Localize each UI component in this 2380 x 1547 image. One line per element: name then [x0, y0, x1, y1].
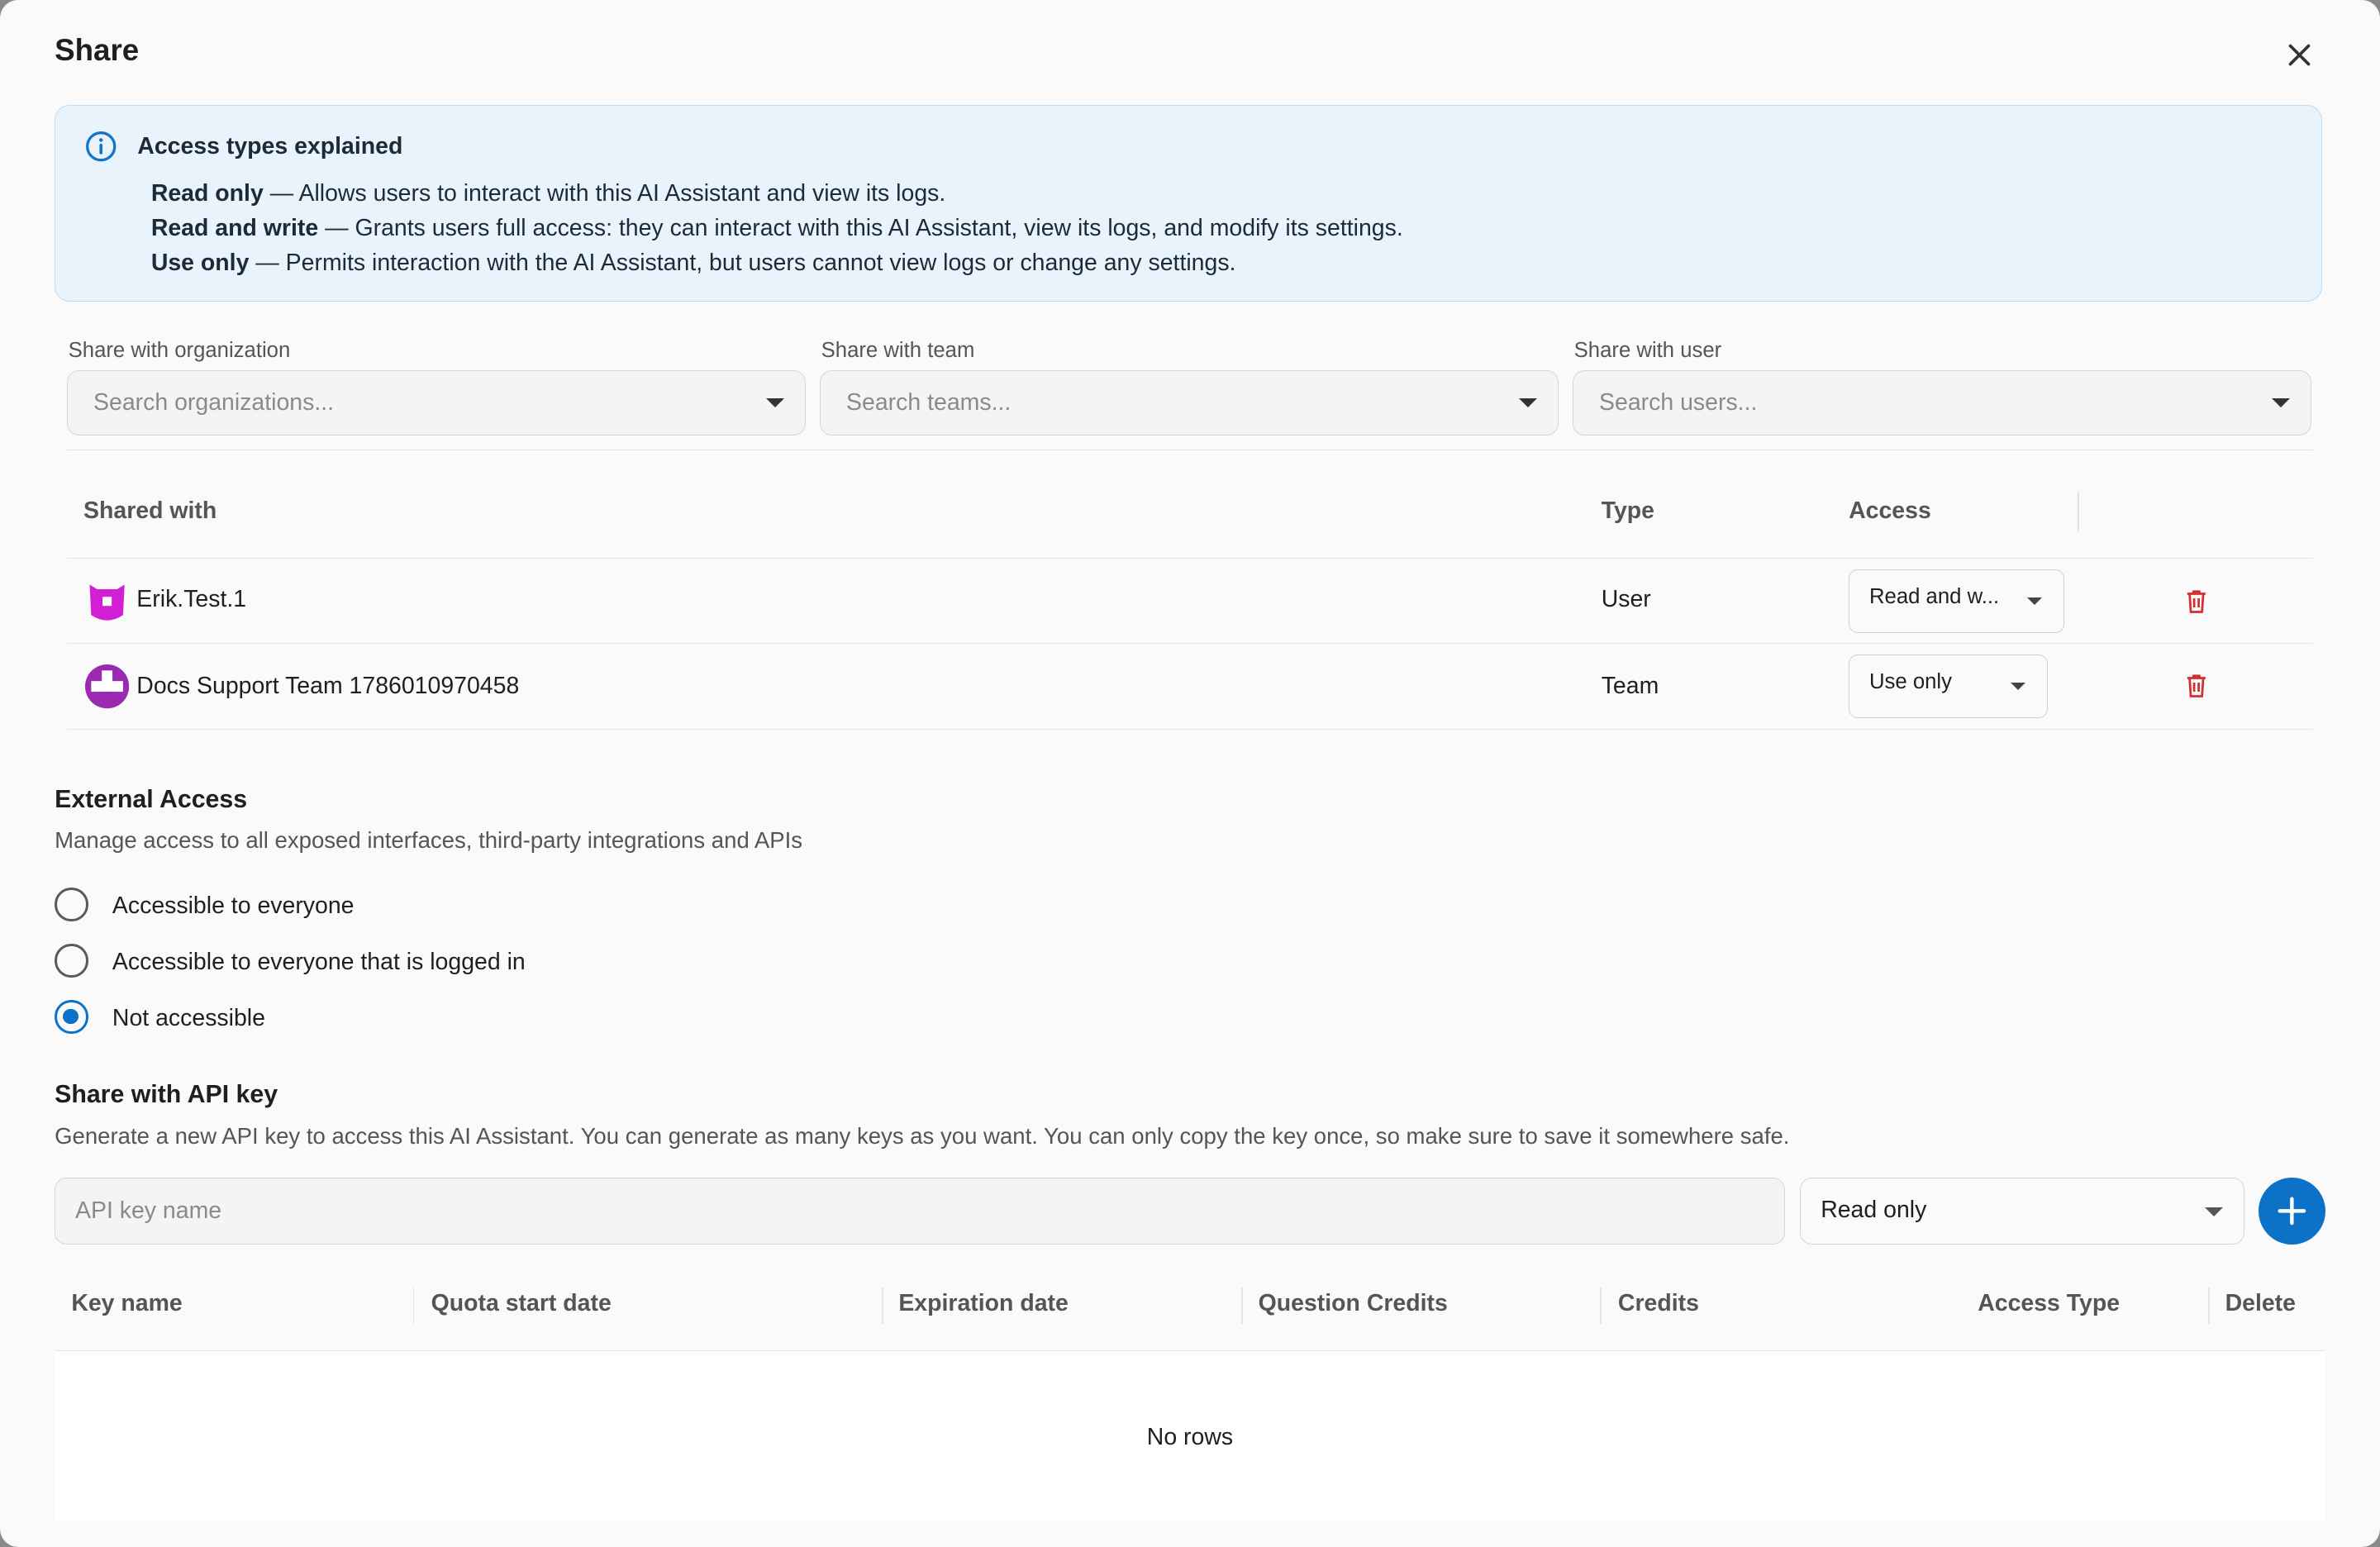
- chevron-down-icon: [2204, 1207, 2223, 1217]
- col-expiration-date[interactable]: Expiration date: [898, 1290, 1069, 1317]
- column-separator: [2208, 1287, 2211, 1324]
- trash-icon[interactable]: [2186, 589, 2207, 613]
- close-button[interactable]: [2282, 36, 2318, 73]
- access-value: Use only: [1868, 669, 1952, 693]
- team-avatar: [84, 664, 130, 709]
- external-access-title: External Access: [55, 786, 248, 814]
- info-icon: [86, 131, 117, 162]
- radio-accessible-everyone[interactable]: [55, 888, 88, 921]
- dialog-title: Share: [55, 33, 140, 68]
- shared-type: User: [1601, 585, 1651, 612]
- shared-name: Erik.Test.1: [136, 585, 247, 612]
- user-avatar: [89, 584, 125, 621]
- api-key-subtitle: Generate a new API key to access this AI…: [55, 1123, 1790, 1150]
- column-separator: [2078, 492, 2080, 531]
- trash-icon[interactable]: [2186, 674, 2207, 698]
- chevron-down-icon: [1518, 398, 1537, 408]
- share-team-label: Share with team: [821, 338, 975, 362]
- chevron-down-icon: [2271, 398, 2290, 408]
- shared-name: Docs Support Team 1786010970458: [136, 672, 520, 699]
- radio-accessible-logged-in[interactable]: [55, 944, 88, 978]
- share-org-label: Share with organization: [68, 338, 291, 362]
- col-access: Access: [1849, 497, 1931, 525]
- col-key-name[interactable]: Key name: [71, 1290, 182, 1317]
- share-team-placeholder: Search teams...: [846, 389, 1011, 416]
- divider: [66, 449, 2314, 451]
- radio-label[interactable]: Accessible to everyone: [112, 892, 355, 920]
- col-quota-start-date[interactable]: Quota start date: [431, 1290, 612, 1317]
- info-heading: Access types explained: [137, 132, 403, 159]
- shared-type: Team: [1601, 672, 1659, 699]
- access-select[interactable]: Read and w...: [1849, 569, 2064, 633]
- api-key-access-select[interactable]: Read only: [1800, 1178, 2245, 1245]
- column-separator: [1241, 1287, 1244, 1324]
- share-user-placeholder: Search users...: [1599, 389, 1758, 416]
- column-separator: [882, 1287, 883, 1324]
- table-row: Docs Support Team 1786010970458 Team Use…: [66, 644, 2314, 731]
- col-access-type[interactable]: Access Type: [1978, 1290, 2120, 1317]
- api-keys-table: Key name Quota start date Expiration dat…: [55, 1256, 2325, 1521]
- share-dialog: Share Access types explained Read only —…: [0, 0, 2380, 1547]
- access-types-info: Access types explained Read only — Allow…: [55, 104, 2323, 302]
- add-api-key-button[interactable]: [2259, 1178, 2325, 1245]
- radio-label[interactable]: Not accessible: [112, 1005, 265, 1032]
- external-access-subtitle: Manage access to all exposed interfaces,…: [55, 827, 803, 853]
- share-org-select[interactable]: Search organizations...: [66, 370, 807, 436]
- plus-icon: [2278, 1197, 2306, 1226]
- share-team-select[interactable]: Search teams...: [819, 370, 1559, 436]
- api-key-title: Share with API key: [55, 1080, 278, 1108]
- info-item-use-only: Use only — Permits interaction with the …: [150, 250, 1236, 277]
- api-key-name-input[interactable]: [55, 1178, 1785, 1245]
- col-credits[interactable]: Credits: [1618, 1290, 1699, 1317]
- share-org-placeholder: Search organizations...: [93, 389, 335, 416]
- chevron-down-icon: [2010, 682, 2025, 690]
- column-separator: [1599, 1287, 1602, 1324]
- radio-label[interactable]: Accessible to everyone that is logged in: [112, 949, 526, 976]
- api-key-access-value: Read only: [1821, 1197, 1927, 1224]
- share-user-select[interactable]: Search users...: [1572, 370, 2312, 436]
- close-icon: [2288, 44, 2311, 65]
- empty-state: No rows: [1146, 1423, 1234, 1450]
- access-value: Read and w...: [1868, 585, 2000, 609]
- info-item-read-only: Read only — Allows users to interact wit…: [150, 179, 946, 207]
- chevron-down-icon: [2027, 597, 2043, 605]
- access-select[interactable]: Use only: [1849, 654, 2048, 718]
- col-shared-with: Shared with: [83, 497, 217, 525]
- share-user-label: Share with user: [1573, 338, 1722, 362]
- chevron-down-icon: [765, 398, 784, 408]
- col-delete[interactable]: Delete: [2225, 1290, 2296, 1317]
- col-type: Type: [1601, 497, 1655, 525]
- col-question-credits[interactable]: Question Credits: [1259, 1290, 1448, 1317]
- table-header: Shared with Type Access: [66, 464, 2314, 559]
- table-row: Erik.Test.1 User Read and w...: [66, 559, 2314, 644]
- table-header: Key name Quota start date Expiration dat…: [55, 1256, 2325, 1351]
- column-separator: [412, 1287, 415, 1324]
- info-item-read-write: Read and write — Grants users full acces…: [150, 214, 1403, 241]
- radio-not-accessible[interactable]: [55, 1000, 88, 1034]
